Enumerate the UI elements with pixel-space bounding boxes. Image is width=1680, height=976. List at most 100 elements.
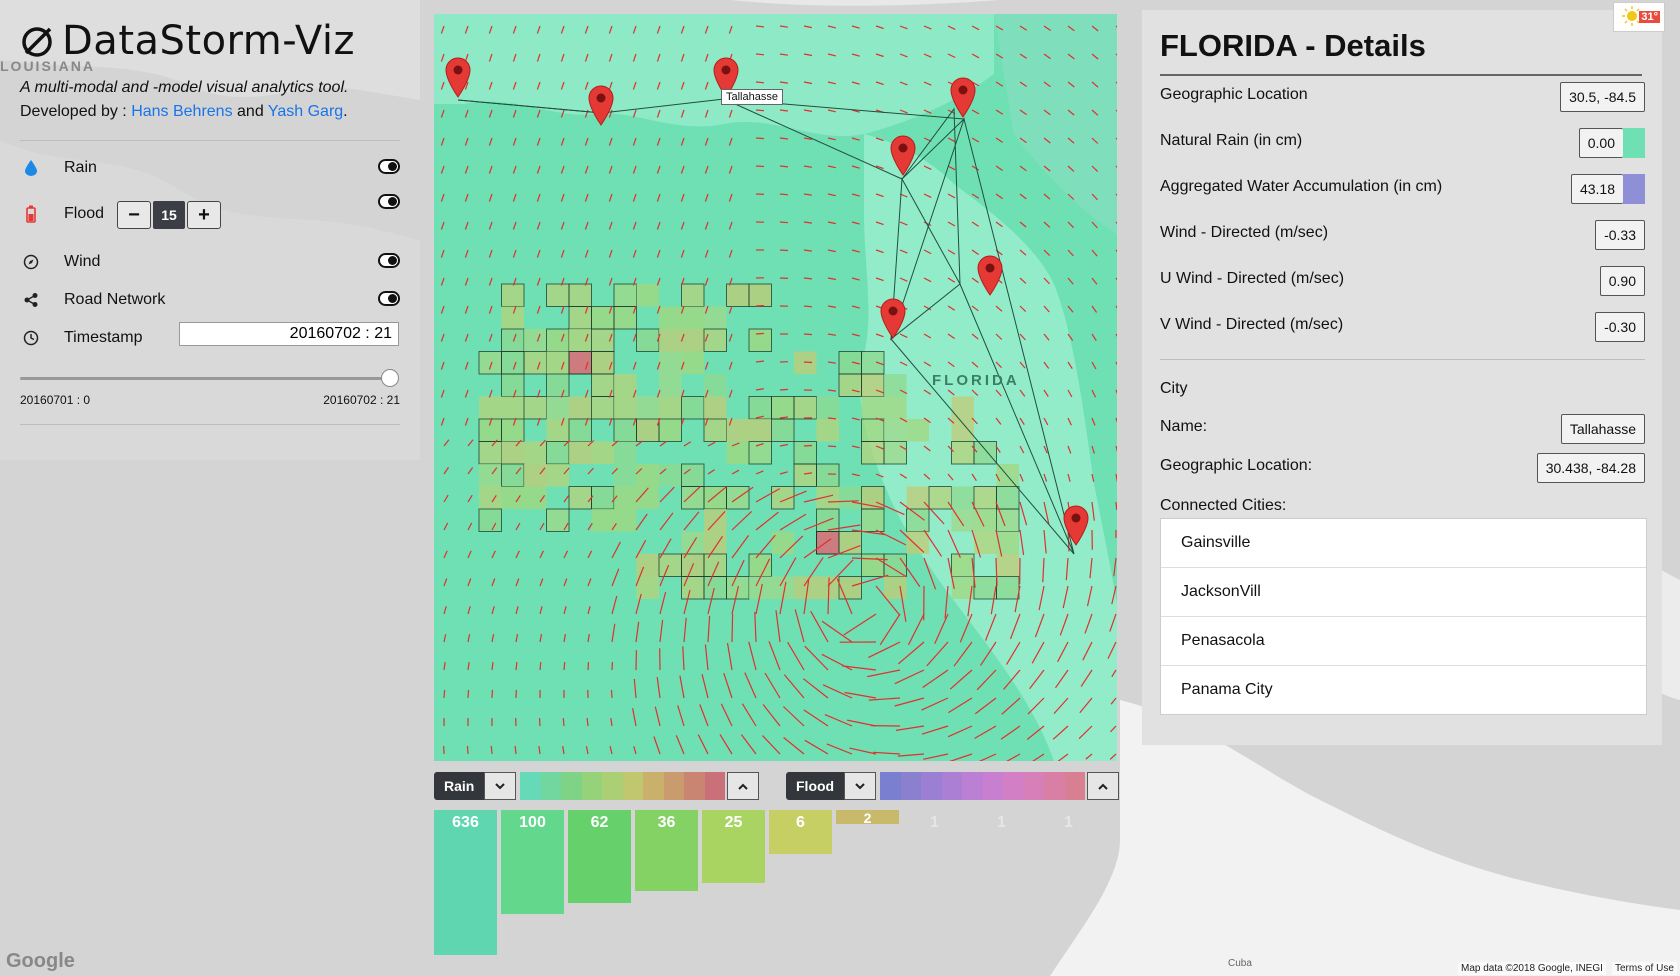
city-marker-icon[interactable] bbox=[976, 254, 1004, 296]
flood-grid-cell[interactable] bbox=[816, 531, 840, 555]
list-item[interactable]: Penasacola bbox=[1161, 617, 1646, 666]
rain-legend-dropdown[interactable] bbox=[484, 772, 517, 800]
flood-grid-cell[interactable] bbox=[973, 441, 997, 465]
flood-grid-cell[interactable] bbox=[726, 283, 750, 307]
flood-grid-cell[interactable] bbox=[974, 531, 997, 555]
flood-grid-cell[interactable] bbox=[614, 374, 637, 397]
flood-grid-cell[interactable] bbox=[928, 486, 952, 510]
flood-grid-cell[interactable] bbox=[996, 554, 1020, 577]
flood-grid-cell[interactable] bbox=[523, 396, 547, 420]
flood-grid-cell[interactable] bbox=[748, 396, 772, 420]
flood-grid-cell[interactable] bbox=[861, 396, 885, 420]
city-marker-icon[interactable] bbox=[949, 76, 977, 118]
city-marker-icon[interactable] bbox=[587, 84, 615, 126]
flood-grid-cell[interactable] bbox=[636, 576, 660, 600]
flood-grid-cell[interactable] bbox=[793, 396, 817, 420]
flood-grid-cell[interactable] bbox=[569, 441, 592, 465]
developer-link-yash[interactable]: Yash Garg bbox=[268, 103, 343, 120]
flood-grid-cell[interactable] bbox=[591, 351, 615, 375]
flood-grid-cell[interactable] bbox=[703, 553, 727, 577]
histogram-bar[interactable]: 25 bbox=[702, 810, 765, 884]
flood-grid-cell[interactable] bbox=[973, 486, 997, 510]
flood-grid-cell[interactable] bbox=[546, 328, 570, 352]
flood-grid-cell[interactable] bbox=[568, 283, 592, 307]
flood-toggle[interactable] bbox=[378, 194, 400, 209]
wind-toggle[interactable] bbox=[378, 253, 400, 268]
flood-grid-cell[interactable] bbox=[681, 283, 705, 307]
flood-grid-cell[interactable] bbox=[524, 329, 547, 352]
flood-grid-cell[interactable] bbox=[884, 396, 907, 420]
flood-grid-cell[interactable] bbox=[861, 351, 885, 375]
flood-grid-cell[interactable] bbox=[794, 351, 817, 375]
flood-grid-cell[interactable] bbox=[569, 396, 592, 420]
city-marker-icon[interactable] bbox=[889, 134, 917, 176]
flood-grid-cell[interactable] bbox=[524, 464, 547, 487]
rain-legend-collapse[interactable] bbox=[727, 772, 760, 800]
flood-grid-cell[interactable] bbox=[568, 486, 592, 510]
road-network-toggle[interactable] bbox=[378, 291, 400, 306]
flood-grid-cell[interactable] bbox=[659, 351, 682, 375]
flood-grid-cell[interactable] bbox=[614, 441, 637, 465]
flood-grid-cell[interactable] bbox=[838, 576, 862, 600]
histogram-bar[interactable]: 2 bbox=[836, 810, 899, 826]
city-marker-icon[interactable] bbox=[444, 56, 472, 98]
weather-widget[interactable]: 31° bbox=[1613, 2, 1665, 32]
flood-grid-cell[interactable] bbox=[591, 486, 615, 510]
flood-grid-cell[interactable] bbox=[501, 418, 525, 442]
flood-grid-cell[interactable] bbox=[591, 441, 615, 465]
flood-grid-cell[interactable] bbox=[726, 441, 750, 465]
list-item[interactable]: Panama City bbox=[1161, 666, 1646, 714]
flood-grid-cell[interactable] bbox=[906, 531, 930, 555]
flood-grid-cell[interactable] bbox=[906, 508, 930, 532]
flood-grid-cell[interactable] bbox=[546, 283, 570, 307]
flood-grid-cell[interactable] bbox=[861, 418, 885, 442]
flood-grid-cell[interactable] bbox=[704, 396, 727, 420]
flood-grid-cell[interactable] bbox=[861, 441, 885, 465]
flood-grid-cell[interactable] bbox=[884, 419, 907, 442]
flood-grid-cell[interactable] bbox=[546, 464, 570, 487]
flood-grid-cell[interactable] bbox=[613, 418, 637, 442]
flood-grid-cell[interactable] bbox=[659, 329, 682, 352]
histogram-bar[interactable]: 100 bbox=[501, 810, 564, 914]
flood-grid-cell[interactable] bbox=[524, 441, 547, 465]
flood-grid-cell[interactable] bbox=[591, 328, 615, 352]
histogram-bar[interactable]: 636 bbox=[434, 810, 497, 955]
timestamp-slider[interactable] bbox=[20, 377, 390, 380]
flood-grid-cell[interactable] bbox=[546, 373, 570, 397]
flood-grid-cell[interactable] bbox=[636, 554, 660, 577]
list-item[interactable]: Gainsville bbox=[1161, 519, 1646, 568]
flood-grid-cell[interactable] bbox=[883, 441, 907, 465]
flood-grid-cell[interactable] bbox=[973, 576, 997, 600]
flood-grid-cell[interactable] bbox=[546, 419, 570, 442]
flood-grid-cell[interactable] bbox=[748, 553, 772, 577]
flood-grid-cell[interactable] bbox=[861, 373, 885, 397]
flood-grid-cell[interactable] bbox=[478, 508, 502, 532]
flood-grid-cell[interactable] bbox=[861, 553, 885, 577]
flood-grid-cell[interactable] bbox=[613, 306, 637, 330]
histogram-bar[interactable]: 36 bbox=[635, 810, 698, 892]
flood-grid-cell[interactable] bbox=[839, 486, 862, 510]
flood-legend-dropdown[interactable] bbox=[844, 772, 877, 800]
flood-grid-cell[interactable] bbox=[704, 531, 727, 555]
flood-grid-cell[interactable] bbox=[636, 418, 660, 442]
flood-grid-cell[interactable] bbox=[951, 419, 975, 442]
flood-grid-cell[interactable] bbox=[614, 396, 637, 420]
flood-grid-cell[interactable] bbox=[614, 486, 637, 510]
flood-grid-cell[interactable] bbox=[838, 351, 862, 375]
flood-grid-cell[interactable] bbox=[794, 576, 817, 600]
flood-grid-cell[interactable] bbox=[659, 374, 682, 397]
developer-link-hans[interactable]: Hans Behrens bbox=[131, 103, 232, 120]
city-marker-icon[interactable] bbox=[879, 297, 907, 339]
list-item[interactable]: JacksonVill bbox=[1161, 568, 1646, 617]
flood-grid-cell[interactable] bbox=[591, 396, 615, 420]
rain-toggle[interactable] bbox=[378, 159, 400, 174]
flood-grid-cell[interactable] bbox=[658, 553, 682, 577]
flood-grid-cell[interactable] bbox=[996, 486, 1020, 510]
flood-grid-cell[interactable] bbox=[681, 329, 705, 352]
flood-grid-cell[interactable] bbox=[838, 531, 862, 555]
city-marker-icon[interactable] bbox=[1062, 504, 1090, 546]
flood-grid-cell[interactable] bbox=[591, 509, 615, 532]
flood-grid-cell[interactable] bbox=[816, 419, 840, 442]
flood-grid-cell[interactable] bbox=[951, 553, 975, 577]
flood-grid-cell[interactable] bbox=[501, 486, 525, 510]
